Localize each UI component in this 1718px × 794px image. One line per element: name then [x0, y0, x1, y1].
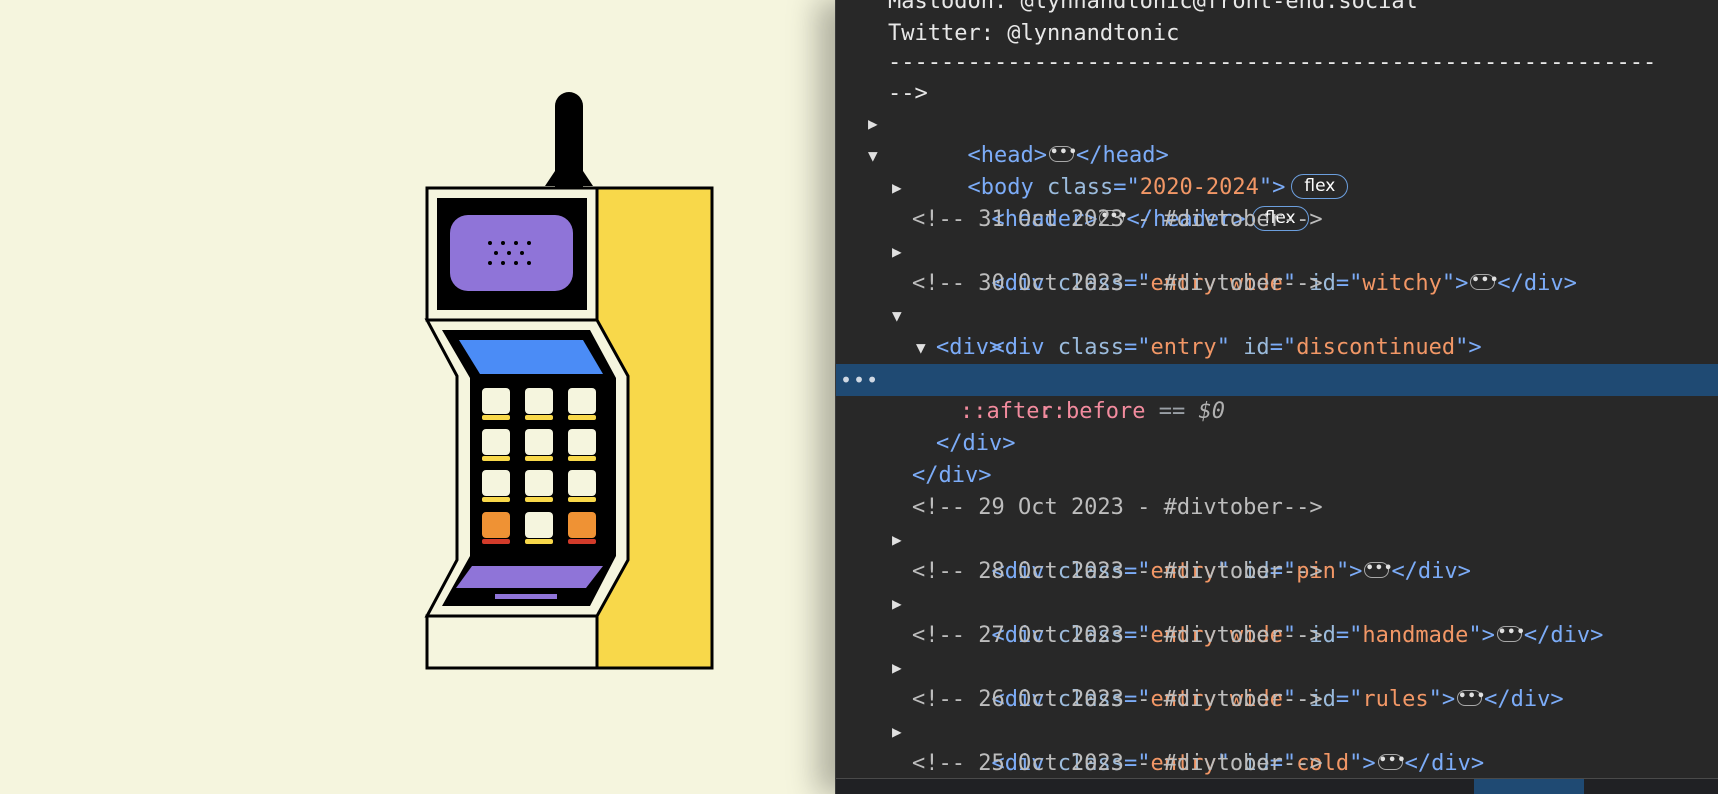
key-5: [525, 429, 553, 461]
dom-pseudo-after[interactable]: ::after: [836, 396, 1718, 428]
collapse-arrow-icon[interactable]: ▼: [868, 140, 882, 172]
dom-comment[interactable]: <!-- 29 Oct 2023 - #divtober-->: [836, 492, 1718, 524]
breadcrumb-bar[interactable]: [836, 778, 1718, 794]
collapse-arrow-icon[interactable]: ▼: [916, 332, 930, 364]
expand-arrow-icon[interactable]: ▶: [892, 588, 906, 620]
key-4: [482, 429, 510, 461]
phone-display: [459, 340, 603, 374]
dom-comment[interactable]: <!-- 27 Oct 2023 - #divtober-->: [836, 620, 1718, 652]
earpiece: [450, 215, 573, 291]
key-6: [568, 429, 596, 461]
dom-pseudo-before-selected[interactable]: ••• ::before == $0: [836, 364, 1718, 424]
dom-comment[interactable]: <!-- 28 Oct 2023 - #divtober-->: [836, 556, 1718, 588]
dom-node-header[interactable]: ▶ <header> •••</header> flex: [836, 172, 1718, 232]
dom-node-div-pin[interactable]: ▶ <div class="entry" id="pin"> •••</div>: [836, 524, 1718, 584]
key-1: [482, 388, 510, 420]
dom-text: Twitter: @lynnandtonic: [888, 21, 1180, 46]
expand-arrow-icon[interactable]: ▶: [892, 524, 906, 556]
dom-node-body[interactable]: ▼ <body class="2020-2024"> flex: [836, 140, 1718, 200]
devtools-elements-panel: Mastodon: @lynnandtonic@front-end.social…: [835, 0, 1718, 794]
brick-phone-illustration: [424, 92, 714, 670]
dom-node-div-handmade[interactable]: ▶ <div class="entry wide" id="handmade">…: [836, 588, 1718, 648]
dom-closing-tag[interactable]: </div>: [836, 428, 1718, 460]
dom-text: ----------------------------------------…: [888, 50, 1657, 75]
dom-comment[interactable]: <!-- 26 Oct 2023 - #divtober-->: [836, 684, 1718, 716]
phone-mouthpiece: [456, 566, 603, 588]
key-3: [568, 388, 596, 420]
expand-arrow-icon[interactable]: ▶: [892, 716, 906, 748]
dom-closing-tag[interactable]: </div>: [836, 460, 1718, 492]
expand-arrow-icon[interactable]: ▶: [892, 172, 906, 204]
dom-node-div-witchy[interactable]: ▶ <div class="entry wide" id="witchy"> ••…: [836, 236, 1718, 296]
key-0: [525, 512, 553, 544]
dom-comment[interactable]: <!-- 31 Oct 2023 - #divtober-->: [836, 204, 1718, 236]
dom-node-div-discontinued[interactable]: ▼ <div class="entry" id="discontinued">: [836, 300, 1718, 360]
dom-comment[interactable]: <!-- 25 Oct 2023 - #divtober-->: [836, 748, 1718, 780]
key-7: [482, 470, 510, 502]
more-options-icon[interactable]: •••: [840, 364, 879, 396]
expand-arrow-icon[interactable]: ▶: [868, 108, 882, 140]
expand-arrow-icon[interactable]: ▶: [892, 236, 906, 268]
dom-text: -->: [888, 81, 928, 106]
key-8: [525, 470, 553, 502]
expand-arrow-icon[interactable]: ▶: [892, 652, 906, 684]
dom-text-line[interactable]: Mastodon: @lynnandtonic@front-end.social: [836, 0, 1718, 18]
page-viewport: [0, 0, 835, 794]
dom-text: Mastodon: @lynnandtonic@front-end.social: [888, 0, 1418, 14]
dom-node-div-cold[interactable]: ▶ <div class="entry" id="cold"> •••</div>: [836, 716, 1718, 776]
key-9: [568, 470, 596, 502]
dom-text-line[interactable]: -->: [836, 78, 1718, 110]
dom-node-div-inner[interactable]: ▼ <div>: [836, 332, 1718, 364]
dom-comment[interactable]: <!-- 30 Oct 2023 - #divtober-->: [836, 268, 1718, 300]
breadcrumb-selected[interactable]: [1474, 779, 1584, 794]
dom-node-div-rules[interactable]: ▶ <div class="entry wide" id="rules"> •••…: [836, 652, 1718, 712]
dom-text-line[interactable]: ----------------------------------------…: [836, 47, 1718, 79]
collapse-arrow-icon[interactable]: ▼: [892, 300, 906, 332]
phone-base: [425, 614, 599, 670]
key-star: [482, 512, 510, 544]
key-2: [525, 388, 553, 420]
dom-node-head[interactable]: ▶ <head> •••</head>: [836, 108, 1718, 168]
dom-text-line[interactable]: Twitter: @lynnandtonic: [836, 18, 1718, 50]
key-hash: [568, 512, 596, 544]
